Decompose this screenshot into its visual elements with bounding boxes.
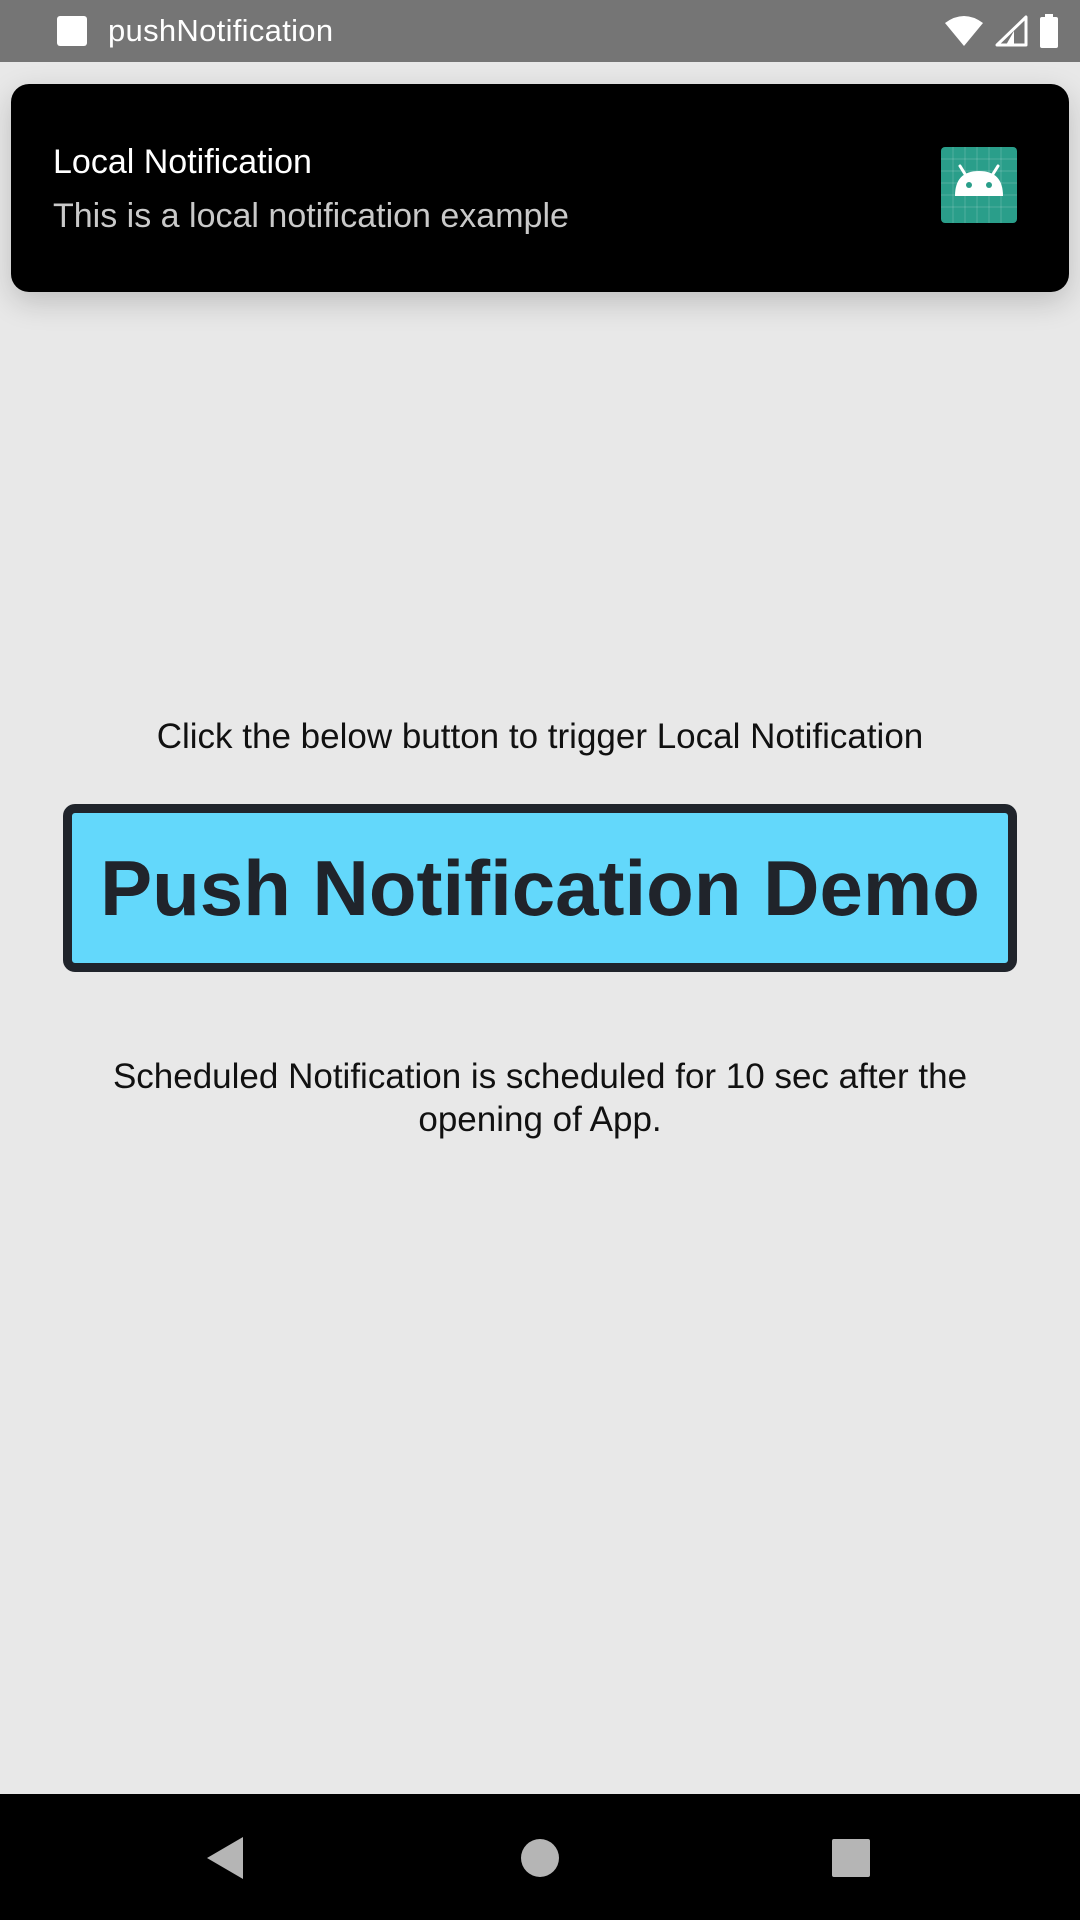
notification-title: Local Notification <box>53 143 312 181</box>
battery-icon <box>1040 14 1058 48</box>
notification-body: This is a local notification example <box>53 197 569 235</box>
back-icon[interactable] <box>195 1828 255 1888</box>
status-bar: pushNotification <box>0 0 1080 62</box>
status-app-name: pushNotification <box>108 13 334 48</box>
status-icons <box>944 10 1060 52</box>
recents-icon[interactable] <box>821 1828 881 1888</box>
schedule-note: Scheduled Notification is scheduled for … <box>112 1057 968 1139</box>
wifi-icon <box>945 16 983 46</box>
push-notification-demo-button[interactable]: Push Notification Demo <box>63 804 1017 972</box>
local-notification[interactable]: Local Notification This is a local notif… <box>11 84 1069 292</box>
app-icon <box>57 16 87 46</box>
signal-icon <box>995 15 1028 47</box>
navigation-bar <box>0 1794 1080 1920</box>
instruction-text: Click the below button to trigger Local … <box>156 717 924 756</box>
home-icon[interactable] <box>510 1828 570 1888</box>
android-icon <box>941 147 1017 223</box>
